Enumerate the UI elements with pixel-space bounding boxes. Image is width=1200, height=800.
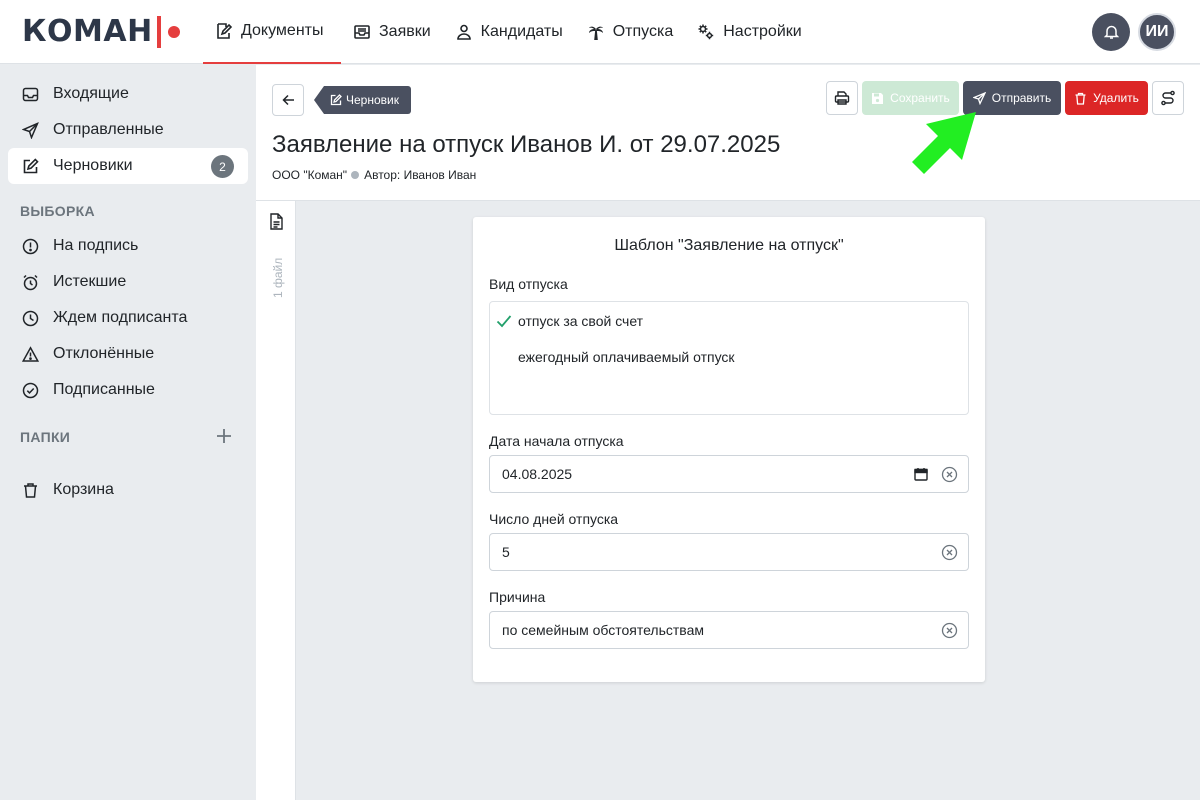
pencil-square-icon [330, 94, 342, 106]
sidebar-item-signed[interactable]: Подписанные [8, 372, 248, 408]
delete-button[interactable]: Удалить [1065, 81, 1148, 115]
hint-arrow-icon [912, 112, 976, 174]
nav-documents[interactable]: Документы [203, 0, 341, 64]
sidebar: Входящие Отправленные Черновики 2 ВЫБОРК… [0, 65, 256, 800]
document-header: Черновик Заявление на отпуск Иванов И. о… [256, 65, 1200, 201]
floppy-disk-icon [872, 92, 884, 104]
trash-icon [1075, 92, 1086, 105]
clear-icon[interactable] [941, 466, 958, 483]
start-date-input[interactable]: 04.08.2025 [489, 455, 969, 493]
person-icon [456, 24, 471, 40]
vacation-type-listbox: отпуск за свой счет ежегодный оплачиваем… [489, 301, 969, 415]
user-avatar[interactable]: ИИ [1138, 13, 1176, 51]
files-count-label: 1 файл [271, 257, 285, 298]
main-nav: Документы Заявки Кандидаты Отпуска Настр… [203, 0, 814, 64]
draft-icon [23, 157, 39, 173]
send-icon [972, 91, 986, 105]
inbox-icon [354, 25, 370, 39]
drafts-count-badge: 2 [211, 155, 234, 178]
document-edit-icon [217, 23, 233, 39]
check-circle-icon [22, 382, 39, 398]
template-title: Шаблон "Заявление на отпуск" [614, 237, 844, 254]
sidebar-item-inbox[interactable]: Входящие [8, 76, 248, 112]
sidebar-item-drafts[interactable]: Черновики 2 [8, 148, 248, 184]
gears-icon [698, 24, 714, 40]
exclamation-circle-icon [22, 238, 39, 254]
folders-section-title: ПАПКИ [20, 429, 71, 445]
start-date-label: Дата начала отпуска [489, 433, 624, 449]
printer-icon [834, 91, 850, 105]
check-icon [496, 315, 512, 328]
back-button[interactable] [272, 84, 304, 116]
sidebar-item-rejected[interactable]: Отклонённые [8, 336, 248, 372]
author-name: Автор: Иванов Иван [364, 168, 477, 182]
sidebar-item-to-sign[interactable]: На подпись [8, 228, 248, 264]
palm-tree-icon [588, 26, 603, 40]
days-count-label: Число дней отпуска [489, 511, 619, 527]
clear-icon[interactable] [941, 544, 958, 561]
vacation-type-option[interactable]: отпуск за свой счет [518, 313, 643, 329]
company-logo[interactable]: КОМАН [22, 14, 180, 50]
bell-icon [1103, 25, 1119, 39]
template-form-card: Шаблон "Заявление на отпуск" Вид отпуска… [473, 217, 985, 682]
file-text-icon[interactable] [269, 213, 284, 230]
sidebar-item-awaiting-signer[interactable]: Ждем подписанта [8, 300, 248, 336]
sidebar-item-trash[interactable]: Корзина [8, 472, 248, 508]
nav-settings[interactable]: Настройки [685, 0, 813, 64]
clock-icon [22, 310, 39, 326]
page-title: Заявление на отпуск Иванов И. от 29.07.2… [272, 131, 781, 158]
route-icon [1161, 90, 1175, 106]
nav-vacations[interactable]: Отпуска [575, 0, 686, 64]
selection-section-title: ВЫБОРКА [20, 203, 95, 219]
clear-icon[interactable] [941, 622, 958, 639]
inbox-icon [22, 87, 39, 101]
days-count-input[interactable]: 5 [489, 533, 969, 571]
document-meta: ООО "Коман" Автор: Иванов Иван [272, 168, 476, 182]
reason-label: Причина [489, 589, 546, 605]
print-button[interactable] [826, 81, 858, 115]
reason-input[interactable]: по семейным обстоятельствам [489, 611, 969, 649]
nav-requests[interactable]: Заявки [341, 0, 443, 64]
arrow-left-icon [281, 94, 294, 106]
files-rail: 1 файл [256, 201, 296, 800]
route-button[interactable] [1152, 81, 1184, 115]
nav-candidates[interactable]: Кандидаты [443, 0, 575, 64]
add-folder-icon[interactable] [215, 427, 233, 445]
vacation-type-option[interactable]: ежегодный оплачиваемый отпуск [518, 349, 735, 365]
alarm-icon [23, 274, 38, 290]
warning-icon [22, 345, 39, 362]
status-badge: Черновик [314, 86, 411, 114]
sidebar-item-sent[interactable]: Отправленные [8, 112, 248, 148]
notifications-button[interactable] [1092, 13, 1130, 51]
trash-icon [24, 482, 37, 498]
calendar-icon[interactable] [914, 467, 928, 481]
sidebar-item-expired[interactable]: Истекшие [8, 264, 248, 300]
logo-text: КОМАН [22, 14, 153, 49]
top-navbar: КОМАН Документы Заявки Кандидаты Отпуска… [0, 0, 1200, 64]
organization-name: ООО "Коман" [272, 168, 348, 182]
vacation-type-label: Вид отпуска [489, 276, 568, 292]
send-icon [22, 121, 39, 139]
